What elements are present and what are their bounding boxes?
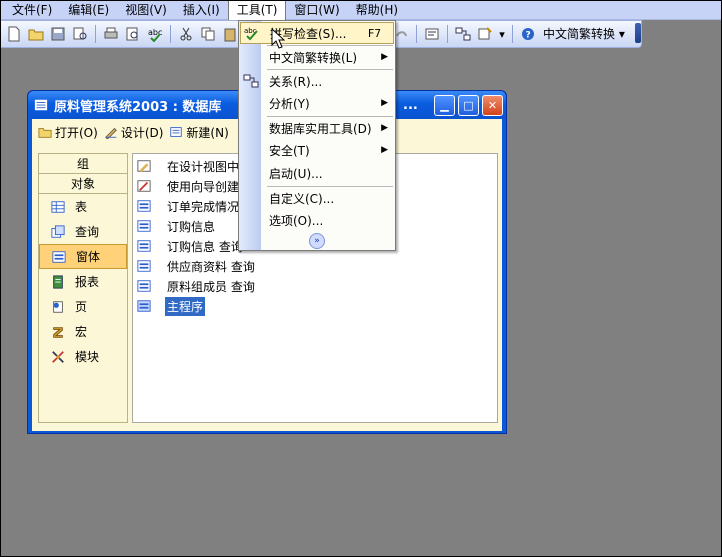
menu-item-analyze[interactable]: 分析(Y) ▶ <box>240 92 394 114</box>
blank-icon <box>240 162 262 184</box>
menu-view[interactable]: 视图(V) <box>117 1 175 19</box>
object-groups-pane: 组 对象 表 查询 窗体 报表 页 宏 模块 <box>38 153 128 423</box>
blank-icon <box>240 187 262 209</box>
menu-item-chinese-conversion[interactable]: 中文简繁转换(L) ▶ <box>240 46 394 68</box>
group-item-module[interactable]: 模块 <box>39 344 127 369</box>
window-title-overflow: ... <box>403 97 418 113</box>
open-button[interactable]: 打开(O) <box>38 124 98 141</box>
submenu-arrow-icon: ▶ <box>381 52 388 62</box>
relationships-icon[interactable] <box>453 23 473 45</box>
convert-chinese-button[interactable]: 中文简繁转换 ▾ <box>539 23 629 45</box>
search-file-icon[interactable] <box>70 23 90 45</box>
print-icon[interactable] <box>101 23 121 45</box>
blank-icon <box>240 117 262 139</box>
form-icon <box>137 200 151 212</box>
blank-icon <box>240 209 262 231</box>
menu-help[interactable]: 帮助(H) <box>348 1 406 19</box>
menu-item-spelling[interactable]: abc 拼写检查(S)... F7 <box>240 22 394 44</box>
svg-text:abc: abc <box>148 28 162 37</box>
create-in-design-icon <box>137 160 151 173</box>
group-item-table[interactable]: 表 <box>39 194 127 219</box>
toolbar-options-grip[interactable] <box>635 23 641 43</box>
module-icon <box>52 350 64 363</box>
spelling-icon: abc <box>241 22 263 44</box>
window-title: 原料管理系统2003 : 数据库 <box>54 99 222 115</box>
expand-menu-chevron-icon[interactable]: » <box>309 233 325 249</box>
macro-icon <box>53 326 63 338</box>
group-item-form[interactable]: 窗体 <box>39 244 127 269</box>
toolbar-separator <box>170 25 171 43</box>
blank-icon <box>240 139 262 161</box>
design-button[interactable]: 设计(D) <box>104 124 163 141</box>
blank-icon <box>240 46 262 68</box>
dropdown-arrow-icon[interactable]: ▾ <box>497 23 507 45</box>
list-item[interactable]: 供应商资料 查询 <box>137 256 493 276</box>
menu-item-security[interactable]: 安全(T) ▶ <box>240 139 394 161</box>
save-icon[interactable] <box>48 23 68 45</box>
spelling-icon[interactable]: abc <box>145 23 165 45</box>
blank-icon <box>240 92 262 114</box>
group-item-report[interactable]: 报表 <box>39 269 127 294</box>
minimize-button[interactable]: ▁ <box>434 95 455 116</box>
table-icon <box>51 200 65 213</box>
group-item-page[interactable]: 页 <box>39 294 127 319</box>
properties-icon[interactable] <box>422 23 442 45</box>
list-item[interactable]: 原料组成员 查询 <box>137 276 493 296</box>
print-preview-icon[interactable] <box>123 23 143 45</box>
group-item-macro[interactable]: 宏 <box>39 319 127 344</box>
new-icon <box>170 127 183 137</box>
menu-edit[interactable]: 编辑(E) <box>60 1 117 19</box>
menu-window[interactable]: 窗口(W) <box>286 1 347 19</box>
wizard-icon <box>137 180 151 192</box>
toolbar-separator <box>447 25 448 43</box>
query-icon <box>51 224 65 238</box>
help-icon[interactable]: ? <box>518 23 538 45</box>
new-file-icon[interactable] <box>4 23 24 45</box>
form-icon <box>137 260 151 272</box>
groups-header[interactable]: 组 <box>39 154 127 174</box>
page-icon <box>53 300 63 313</box>
database-icon <box>34 99 48 111</box>
open-folder-icon[interactable] <box>26 23 46 45</box>
submenu-arrow-icon: ▶ <box>381 98 388 108</box>
copy-icon[interactable] <box>198 23 218 45</box>
menu-item-startup[interactable]: 启动(U)... <box>240 162 394 184</box>
menu-tools[interactable]: 工具(T) <box>227 0 287 20</box>
menu-bar: 文件(F) 编辑(E) 视图(V) 插入(I) 工具(T) 窗口(W) 帮助(H… <box>0 0 722 20</box>
form-icon <box>137 280 151 292</box>
list-item-selected[interactable]: 主程序 <box>137 296 493 316</box>
objects-header[interactable]: 对象 <box>39 174 127 194</box>
report-icon <box>53 274 63 289</box>
tools-menu: abc 拼写检查(S)... F7 中文简繁转换(L) ▶ 关系(R)... 分… <box>238 20 396 251</box>
form-icon <box>52 250 66 263</box>
svg-text:?: ? <box>526 31 531 41</box>
toolbar-separator <box>95 25 96 43</box>
toolbar-separator <box>512 25 513 43</box>
group-item-query[interactable]: 查询 <box>39 219 127 244</box>
cut-icon[interactable] <box>176 23 196 45</box>
design-icon <box>104 127 117 139</box>
open-icon <box>38 128 52 138</box>
maximize-button[interactable]: □ <box>458 95 479 116</box>
menu-item-customize[interactable]: 自定义(C)... <box>240 187 394 209</box>
menu-item-database-utilities[interactable]: 数据库实用工具(D) ▶ <box>240 117 394 139</box>
form-icon <box>137 220 151 232</box>
menu-item-options[interactable]: 选项(O)... <box>240 209 394 231</box>
submenu-arrow-icon: ▶ <box>381 123 388 133</box>
menu-item-relationships[interactable]: 关系(R)... <box>240 70 394 92</box>
toolbar-separator <box>416 25 417 43</box>
new-object-icon[interactable] <box>475 23 495 45</box>
new-button[interactable]: 新建(N) <box>169 124 229 141</box>
close-button[interactable]: ✕ <box>482 95 503 116</box>
mouse-pointer-icon <box>271 28 285 49</box>
paste-icon[interactable] <box>220 23 240 45</box>
submenu-arrow-icon: ▶ <box>381 145 388 155</box>
form-icon <box>137 240 151 252</box>
relationships-icon <box>240 70 262 92</box>
menu-file[interactable]: 文件(F) <box>4 1 60 19</box>
form-icon <box>137 300 151 312</box>
menu-insert[interactable]: 插入(I) <box>175 1 228 19</box>
